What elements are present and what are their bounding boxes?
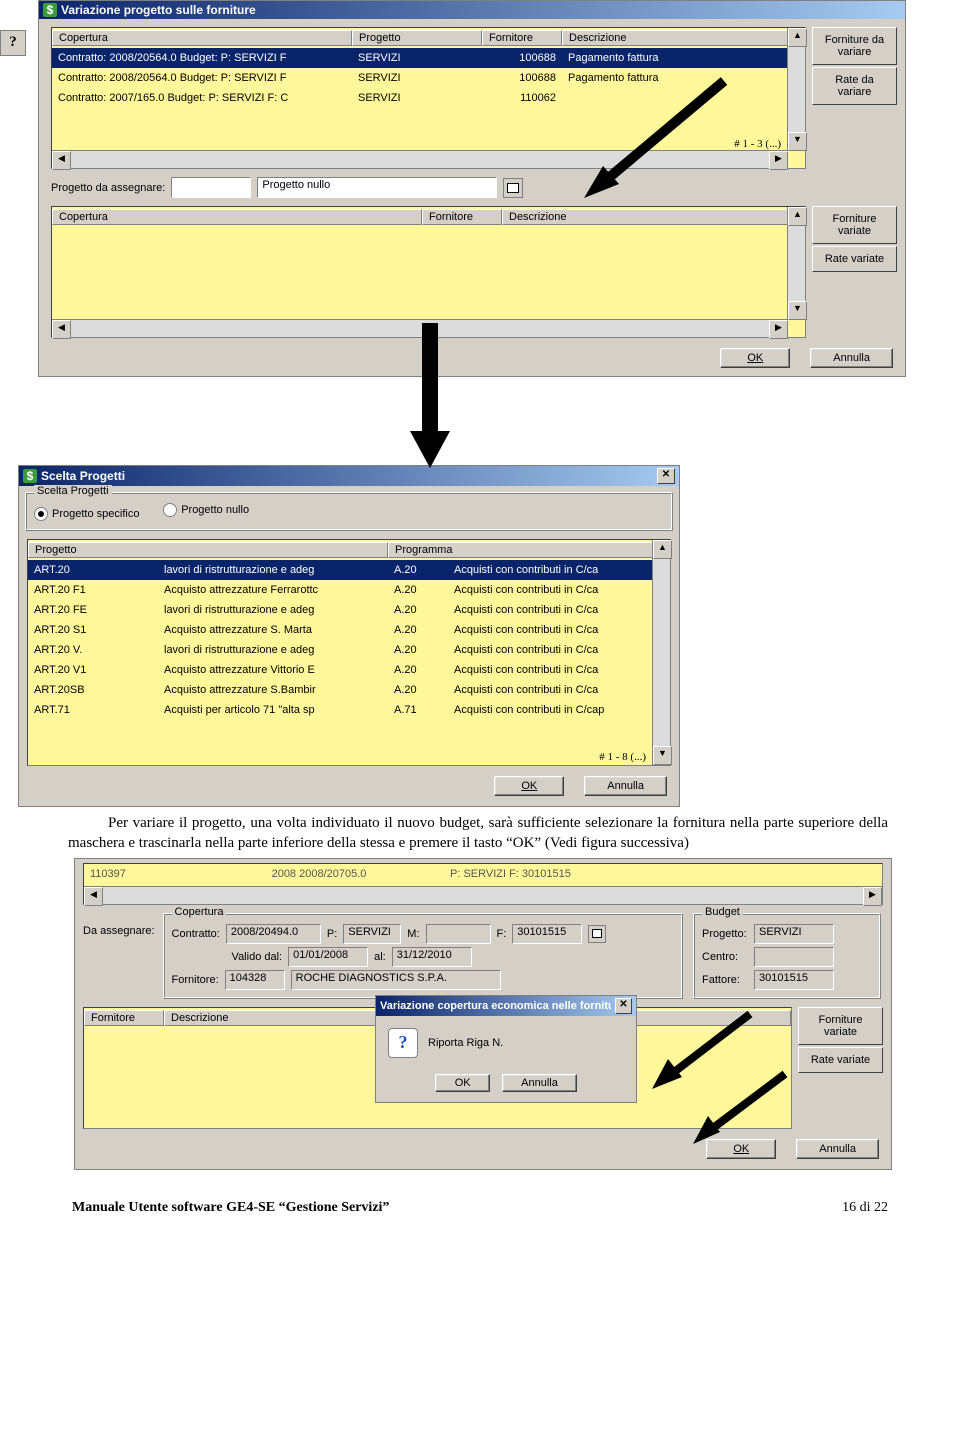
valido-dal-field: 01/01/2008 xyxy=(288,947,368,967)
table-row[interactable]: Contratto: 2008/20564.0 Budget: P: SERVI… xyxy=(52,48,805,68)
scrollbar-v[interactable]: ▲▼ xyxy=(787,28,805,151)
forniture-variate-button[interactable]: Forniture variate xyxy=(812,206,897,244)
pager: # 1 - 8 (...) xyxy=(599,751,646,763)
col-descrizione[interactable]: Descrizione xyxy=(562,30,805,46)
table-row[interactable]: ART.71Acquisti per articolo 71 "alta spA… xyxy=(28,700,670,720)
progetto-da-assegnare-label: Progetto da assegnare: xyxy=(51,182,165,194)
forniture-da-variare-button[interactable]: Forniture da variare xyxy=(812,27,897,65)
fornitore-code-field: 104328 xyxy=(225,970,285,990)
scelta-progetti-group: Scelta Progetti Progetto specifico Proge… xyxy=(25,492,673,531)
annulla-button[interactable]: Annulla xyxy=(796,1139,879,1159)
titlebar: Variazione copertura economica nelle for… xyxy=(376,996,636,1016)
p-field: SERVIZI xyxy=(343,924,401,944)
radio-progetto-specifico[interactable]: Progetto specifico xyxy=(34,507,139,521)
col-progetto[interactable]: Progetto xyxy=(352,30,482,46)
ok-button[interactable]: OK xyxy=(494,776,564,796)
scrollbar-h[interactable]: ◀▶ xyxy=(52,150,788,168)
table-row[interactable]: ART.20 V1Acquisto attrezzature Vittorio … xyxy=(28,660,670,680)
budget-fattore-field: 30101515 xyxy=(754,970,834,990)
f-field: 30101515 xyxy=(512,924,582,944)
dialog-variazione-progetto: $ Variazione progetto sulle forniture Co… xyxy=(38,0,906,377)
window-title: Variazione copertura economica nelle for… xyxy=(380,1000,611,1012)
progetto-name-input[interactable]: Progetto nullo xyxy=(257,177,497,198)
page-footer: Manuale Utente software GE4-SE “Gestione… xyxy=(72,1200,888,1216)
lookup-button[interactable] xyxy=(503,178,523,198)
radio-progetto-nullo[interactable]: Progetto nullo xyxy=(163,503,249,517)
forniture-variate-table[interactable]: Copertura Fornitore Descrizione ▲▼ ◀▶ xyxy=(51,206,806,338)
question-icon: ? xyxy=(388,1028,418,1058)
footer-page: 16 di 22 xyxy=(842,1200,888,1216)
titlebar: $ Scelta Progetti ✕ xyxy=(19,466,679,486)
ok-button[interactable]: OK xyxy=(435,1074,490,1092)
dialog-variazione-copertura: 110397 2008 2008/20705.0 P: SERVIZI F: 3… xyxy=(74,858,892,1170)
progetto-code-input[interactable] xyxy=(171,177,251,198)
annulla-button[interactable]: Annulla xyxy=(810,348,893,368)
ok-button[interactable]: OK xyxy=(706,1139,776,1159)
annulla-button[interactable]: Annulla xyxy=(584,776,667,796)
col-copertura[interactable]: Copertura xyxy=(52,30,352,46)
message-text: Riporta Riga N. xyxy=(428,1037,503,1049)
inner-dialog-riporta-riga: Variazione copertura economica nelle for… xyxy=(375,995,637,1103)
table-row[interactable]: ART.20 V.lavori di ristrutturazione e ad… xyxy=(28,640,670,660)
dialog-scelta-progetti: $ Scelta Progetti ✕ Scelta Progetti Prog… xyxy=(18,465,680,807)
window-title: Scelta Progetti xyxy=(41,469,125,483)
dollar-icon: $ xyxy=(23,469,37,483)
top-table[interactable]: 110397 2008 2008/20705.0 P: SERVIZI F: 3… xyxy=(83,863,883,905)
annulla-button[interactable]: Annulla xyxy=(502,1074,577,1092)
contratto-field: 2008/20494.0 xyxy=(226,924,321,944)
scrollbar-v[interactable]: ▲▼ xyxy=(652,540,670,765)
fornitore-name-field: ROCHE DIAGNOSTICS S.P.A. xyxy=(291,970,501,990)
forniture-variate-button[interactable]: Forniture variate xyxy=(798,1007,883,1045)
ok-button[interactable]: OK xyxy=(720,348,790,368)
budget-progetto-field: SERVIZI xyxy=(754,924,834,944)
titlebar: $ Variazione progetto sulle forniture xyxy=(39,1,905,19)
rate-variate-button[interactable]: Rate variate xyxy=(798,1047,883,1073)
progetti-table[interactable]: Progetto Programma ART.20lavori di ristr… xyxy=(27,539,671,766)
table-row[interactable]: Contratto: 2007/165.0 Budget: P: SERVIZI… xyxy=(52,88,805,108)
budget-group: Budget Progetto:SERVIZI Centro: Fattore:… xyxy=(693,913,881,999)
al-field: 31/12/2010 xyxy=(392,947,472,967)
table-row[interactable]: ART.20 FElavori di ristrutturazione e ad… xyxy=(28,600,670,620)
table-row[interactable]: ART.20SBAcquisto attrezzature S.BambirA.… xyxy=(28,680,670,700)
footer-title: Manuale Utente software GE4-SE “Gestione… xyxy=(72,1200,389,1216)
pager: # 1 - 3 (...) xyxy=(734,138,781,150)
rate-variate-button[interactable]: Rate variate xyxy=(812,246,897,272)
dollar-icon: $ xyxy=(43,3,57,17)
window-title: Variazione progetto sulle forniture xyxy=(61,3,256,17)
scrollbar-h[interactable]: ◀▶ xyxy=(84,886,882,904)
table-row[interactable]: ART.20 S1Acquisto attrezzature S. MartaA… xyxy=(28,620,670,640)
lookup-button[interactable] xyxy=(588,925,606,943)
budget-centro-field xyxy=(754,947,834,967)
scrollbar-v[interactable]: ▲▼ xyxy=(787,207,805,320)
copertura-group: Copertura Contratto: 2008/20494.0 P: SER… xyxy=(163,913,683,999)
col-fornitore[interactable]: Fornitore xyxy=(482,30,562,46)
table-row[interactable]: ART.20 F1Acquisto attrezzature Ferrarott… xyxy=(28,580,670,600)
rate-da-variare-button[interactable]: Rate da variare xyxy=(812,67,897,105)
da-assegnare-label: Da assegnare: xyxy=(83,911,155,1001)
arrow-down-annotation xyxy=(400,323,460,473)
close-button[interactable]: ✕ xyxy=(657,468,675,484)
forniture-da-variare-table[interactable]: Copertura Progetto Fornitore Descrizione… xyxy=(51,27,806,169)
table-row[interactable]: Contratto: 2008/20564.0 Budget: P: SERVI… xyxy=(52,68,805,88)
body-text: Per variare il progetto, una volta indiv… xyxy=(68,813,888,854)
table-row[interactable]: ART.20lavori di ristrutturazione e adegA… xyxy=(28,560,670,580)
m-field xyxy=(426,924,491,944)
close-button[interactable]: ✕ xyxy=(615,998,632,1014)
